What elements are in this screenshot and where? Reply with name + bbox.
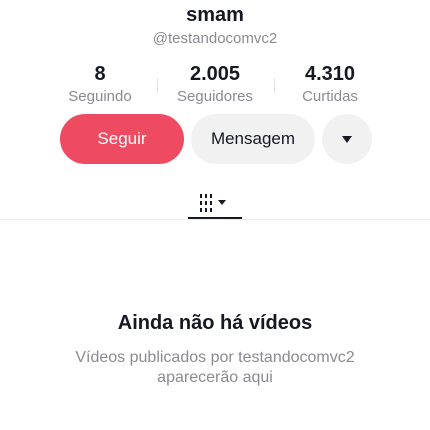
stat-followers-value: 2.005 (189, 63, 241, 85)
profile-name: smam (186, 4, 244, 26)
stat-following[interactable]: 8 Seguindo (35, 62, 165, 105)
grid-filter-icon (200, 194, 226, 212)
stat-following-label: Seguindo (68, 88, 132, 105)
stat-followers[interactable]: 2.005 Seguidores (150, 62, 280, 105)
tab-divider (0, 219, 430, 220)
stat-likes[interactable]: 4.310 Curtidas (265, 62, 395, 105)
more-button[interactable] (322, 114, 372, 164)
message-button[interactable]: Mensagem (191, 114, 315, 164)
follow-button[interactable]: Seguir (60, 114, 184, 164)
stat-following-value: 8 (94, 63, 106, 85)
caret-down-icon (342, 135, 352, 143)
profile-handle: @testandocomvc2 (152, 30, 278, 47)
stat-likes-value: 4.310 (304, 63, 356, 85)
empty-state-description: Vídeos publicados por testandocomvc2 apa… (75, 349, 355, 386)
empty-state-title: Ainda não há vídeos (117, 312, 313, 334)
stat-likes-label: Curtidas (302, 88, 358, 105)
tab-videos[interactable] (188, 185, 244, 221)
stat-followers-label: Seguidores (177, 88, 253, 105)
